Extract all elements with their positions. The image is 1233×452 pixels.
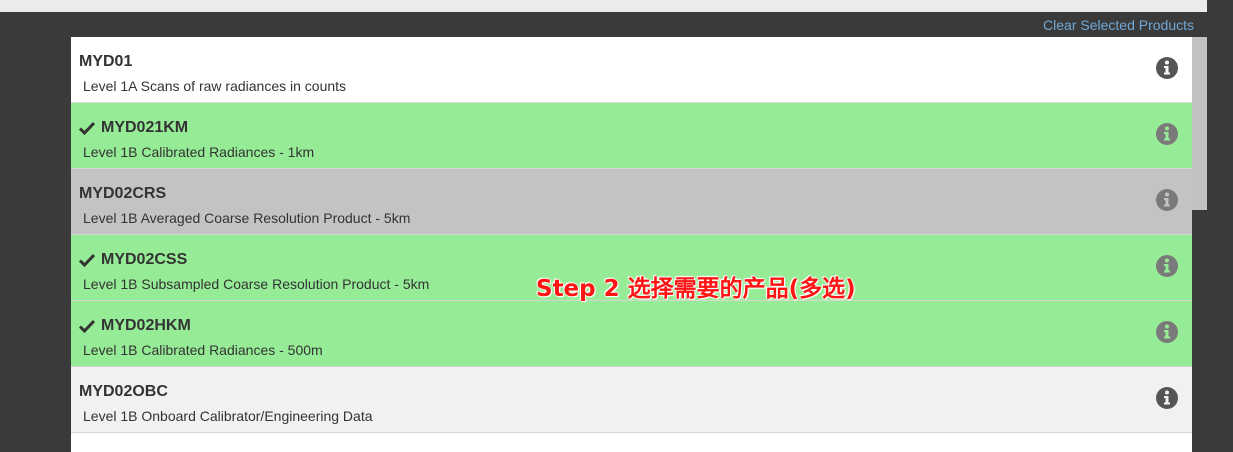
top-bar	[0, 0, 1207, 12]
product-title: MYD02OBC	[79, 383, 168, 401]
product-code: MYD02OBC	[79, 383, 168, 400]
product-item-myd01[interactable]: MYD01 Level 1A Scans of raw radiances in…	[71, 37, 1192, 103]
info-icon[interactable]	[1156, 57, 1178, 79]
product-description: Level 1A Scans of raw radiances in count…	[83, 78, 347, 94]
check-icon	[79, 319, 95, 333]
product-item-myd02obc[interactable]: MYD02OBC Level 1B Onboard Calibrator/Eng…	[71, 367, 1192, 433]
info-icon[interactable]	[1156, 255, 1178, 277]
product-description: Level 1B Averaged Coarse Resolution Prod…	[83, 210, 411, 226]
product-description: Level 1B Onboard Calibrator/Engineering …	[83, 408, 373, 424]
product-title: MYD02CRS	[79, 185, 166, 203]
product-description: Level 1B Calibrated Radiances - 500m	[83, 342, 323, 358]
product-code: MYD01	[79, 53, 133, 70]
product-title: MYD01	[79, 53, 132, 71]
product-title: MYD02CSS	[79, 251, 187, 269]
product-description: Level 1B Subsampled Coarse Resolution Pr…	[83, 276, 430, 292]
info-icon[interactable]	[1156, 321, 1178, 343]
info-icon[interactable]	[1156, 189, 1178, 211]
check-icon	[79, 121, 95, 135]
info-icon[interactable]	[1156, 123, 1178, 145]
product-description: Level 1B Calibrated Radiances - 1km	[83, 144, 315, 160]
product-code: MYD021KM	[101, 119, 189, 136]
check-icon	[79, 253, 95, 267]
product-item-myd02crs[interactable]: MYD02CRS Level 1B Averaged Coarse Resolu…	[71, 169, 1192, 235]
step-annotation: Step 2 选择需要的产品(多选)	[536, 276, 856, 302]
product-item-myd021km[interactable]: MYD021KM Level 1B Calibrated Radiances -…	[71, 103, 1192, 169]
product-code: MYD02HKM	[101, 317, 191, 334]
product-item-myd02hkm[interactable]: MYD02HKM Level 1B Calibrated Radiances -…	[71, 301, 1192, 367]
scrollbar-thumb[interactable]	[1192, 37, 1207, 210]
product-title: MYD02HKM	[79, 317, 191, 335]
product-code: MYD02CRS	[79, 185, 167, 202]
clear-selected-products-link[interactable]: Clear Selected Products	[1043, 17, 1194, 33]
product-list: MYD01 Level 1A Scans of raw radiances in…	[71, 37, 1192, 452]
info-icon[interactable]	[1156, 387, 1178, 409]
product-code: MYD02CSS	[101, 251, 188, 268]
product-title: MYD021KM	[79, 119, 188, 137]
